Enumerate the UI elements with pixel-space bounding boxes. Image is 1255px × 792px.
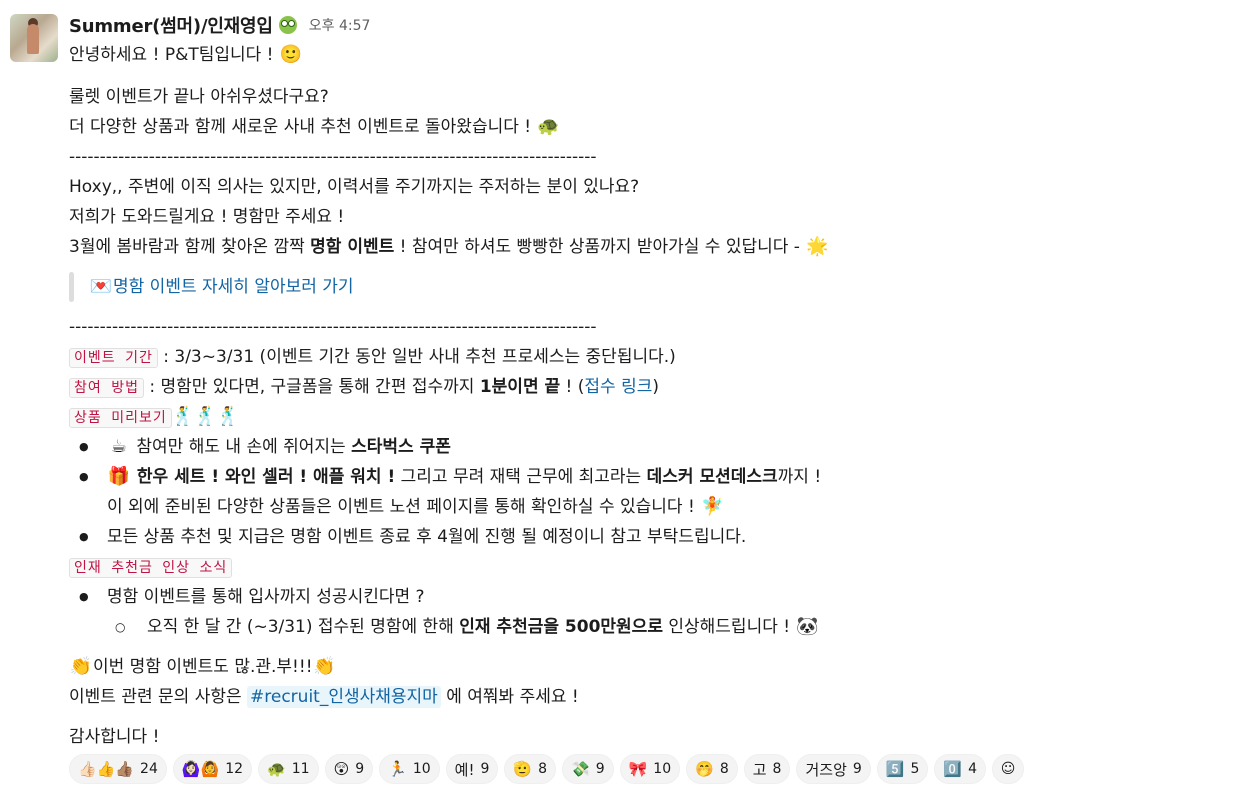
turtle-icon: 🐢 (537, 116, 560, 137)
panda-icon: 🐼 (796, 616, 819, 637)
fairy-icon: 🧚 (700, 496, 724, 517)
event-detail-link[interactable]: 명함 이벤트 자세히 알아보러 가기 (113, 277, 354, 297)
preview-line: 상품 미리보기 🕺🕺🕺 (69, 402, 1239, 432)
sublist-item: 오직 한 달 간 (~3/31) 접수된 명함에 한해 인재 추천금을 500만… (69, 612, 1239, 642)
list-item: 🎁 한우 세트 ! 와인 셀러 ! 애플 워치 ! 그리고 무려 재택 근무에 … (69, 462, 1239, 492)
text-line: 3월에 봄바람과 함께 찾아온 깜짝 명함 이벤트 ! 참여만 하셔도 빵빵한 … (69, 236, 829, 257)
quote-block: 💌명함 이벤트 자세히 알아보러 가기 (69, 270, 1239, 304)
reaction-emoji-icon: 거즈앙 (805, 760, 847, 779)
reaction-emoji-icon: 👍🏻👍👍🏽 (78, 760, 135, 778)
reaction-bar: 👍🏻👍👍🏽 24 🙆🏻‍♀️🙆 12 🐢 11 😲 9 🏃 10 예! 9 🫡 8 💸 9 🎀 10 🤭 8 고 8 거즈앙… (69, 754, 1025, 784)
reaction-count: 10 (412, 761, 431, 777)
greeting-line: 안녕하세요 ! P&T팀입니다 ! 🙂 (69, 44, 303, 65)
message-time[interactable]: 오후 4:57 (309, 15, 371, 35)
reaction-emoji-icon: 😲 (333, 760, 350, 778)
reaction-button[interactable]: 🎀 10 (619, 754, 681, 784)
reaction-button[interactable]: 🙆🏻‍♀️🙆 12 (172, 754, 253, 784)
reaction-emoji-icon: 5️⃣ (885, 760, 905, 778)
list-item: 모든 상품 추천 및 지급은 명함 이벤트 종료 후 4월에 진행 될 예정이니… (69, 522, 1239, 552)
sender-name[interactable]: Summer(썸머)/인재영입 (69, 12, 273, 38)
clap-icon: 👏 (313, 656, 336, 677)
reaction-count: 8 (719, 761, 729, 777)
text-line: Hoxy,, 주변에 이직 의사는 있지만, 이력서를 주기까지는 주저하는 분… (69, 177, 640, 197)
reaction-button[interactable]: 5️⃣ 5 (876, 754, 929, 784)
reaction-button[interactable]: 🏃 10 (379, 754, 440, 784)
list-continuation: 이 외에 준비된 다양한 상품들은 이벤트 노션 페이지를 통해 확인하실 수 … (107, 496, 724, 517)
closing-line: 👏이번 명함 이벤트도 많.관.부!!!👏 (69, 656, 336, 677)
text-line: 더 다양한 상품과 함께 새로운 사내 추천 이벤트로 돌아왔습니다 ! 🐢 (69, 116, 560, 137)
channel-link[interactable]: #recruit_인생사채용지마 (247, 686, 441, 708)
reaction-button[interactable]: 고8 (743, 754, 791, 784)
reaction-count: 9 (480, 761, 490, 777)
reaction-emoji-icon: 예! (454, 760, 475, 779)
reaction-count: 12 (225, 761, 244, 777)
reaction-emoji-icon: 고 (752, 760, 767, 779)
reaction-button[interactable]: 😲 9 (324, 754, 374, 784)
reaction-count: 10 (653, 761, 672, 777)
bonus-tag: 인재 추천금 인상 소식 (69, 558, 233, 578)
star-icon: 🌟 (806, 236, 829, 257)
bonus-list: 명함 이벤트를 통해 입사까지 성공시킨다면 ? (69, 582, 1239, 612)
reaction-button[interactable]: 👍🏻👍👍🏽 24 (69, 754, 167, 784)
reaction-emoji-icon: 🫡 (513, 760, 533, 778)
reaction-button[interactable]: 🤭 8 (686, 754, 738, 784)
contact-line: 이벤트 관련 문의 사항은 #recruit_인생사채용지마 에 여쭤봐 주세요… (69, 686, 579, 708)
divider: ----------------------------------------… (69, 147, 597, 167)
bonus-sublist: 오직 한 달 간 (~3/31) 접수된 명함에 한해 인재 추천금을 500만… (69, 612, 1239, 642)
reaction-count: 9 (595, 761, 605, 777)
reaction-count: 9 (852, 761, 862, 777)
reaction-count: 24 (140, 761, 158, 777)
thanks-line: 감사합니다 ! (69, 727, 160, 747)
preview-list: ☕ 참여만 해도 내 손에 쥐어지는 스타벅스 쿠폰 🎁 한우 세트 ! 와인 … (69, 432, 1239, 552)
reaction-button[interactable]: 예! 9 (445, 754, 499, 784)
apply-link[interactable]: 접수 링크 (584, 377, 652, 397)
reaction-button[interactable]: 0️⃣ 4 (934, 754, 987, 784)
text-line: 저희가 도와드릴게요 ! 명함만 주세요 ! (69, 207, 345, 227)
reaction-emoji-icon: 🤭 (695, 760, 714, 778)
divider: ----------------------------------------… (69, 317, 597, 337)
smile-icon: 🙂 (279, 44, 303, 65)
reaction-count: 5 (910, 761, 920, 777)
bonus-line: 인재 추천금 인상 소식 (69, 552, 1239, 582)
reaction-button[interactable]: 거즈앙 9 (796, 754, 871, 784)
reaction-button[interactable]: 💸 9 (562, 754, 614, 784)
list-item: 명함 이벤트를 통해 입사까지 성공시킨다면 ? (69, 582, 1239, 612)
join-tag: 참여 방법 (69, 378, 144, 398)
love-letter-icon: 💌 (89, 276, 113, 297)
message: Summer(썸머)/인재영입 오후 4:57 안녕하세요 ! P&T팀입니다 … (69, 10, 1239, 752)
reaction-count: 9 (355, 761, 365, 777)
message-header: Summer(썸머)/인재영입 오후 4:57 (69, 10, 1239, 40)
reaction-emoji-icon: 🙆🏻‍♀️🙆 (181, 760, 220, 778)
period-line: 이벤트 기간 : 3/3~3/31 (이벤트 기간 동안 일반 사내 추천 프로… (69, 342, 1239, 372)
preview-tag: 상품 미리보기 (69, 408, 172, 428)
period-tag: 이벤트 기간 (69, 348, 158, 368)
join-line: 참여 방법 : 명함만 있다면, 구글폼을 통해 간편 접수까지 1분이면 끝 … (69, 372, 1239, 402)
reaction-emoji-icon: 🏃 (388, 760, 407, 778)
add-reaction-button[interactable]: ☺ (992, 754, 1025, 784)
reaction-emoji-icon: 0️⃣ (943, 760, 963, 778)
text-line: 룰렛 이벤트가 끝나 아쉬우셨다구요? (69, 87, 329, 107)
list-item: ☕ 참여만 해도 내 손에 쥐어지는 스타벅스 쿠폰 (69, 432, 1239, 462)
reaction-count: 4 (968, 761, 978, 777)
reaction-emoji-icon: 💸 (571, 760, 590, 778)
add-reaction-icon: ☺ (1000, 761, 1016, 777)
frog-status-icon (278, 16, 297, 34)
dancers-icon: 🕺🕺🕺 (171, 406, 239, 427)
starbucks-icon: ☕ (110, 436, 128, 457)
reaction-count: 8 (772, 761, 782, 777)
reaction-count: 8 (538, 761, 547, 777)
sender-avatar[interactable] (10, 14, 58, 62)
reaction-button[interactable]: 🐢 11 (258, 754, 319, 784)
reaction-button[interactable]: 🫡 8 (504, 754, 556, 784)
reaction-count: 11 (291, 761, 310, 777)
clap-icon: 👏 (69, 656, 93, 677)
reaction-emoji-icon: 🐢 (267, 760, 286, 778)
gift-icon: 🎁 (107, 466, 131, 487)
reaction-emoji-icon: 🎀 (628, 760, 648, 778)
